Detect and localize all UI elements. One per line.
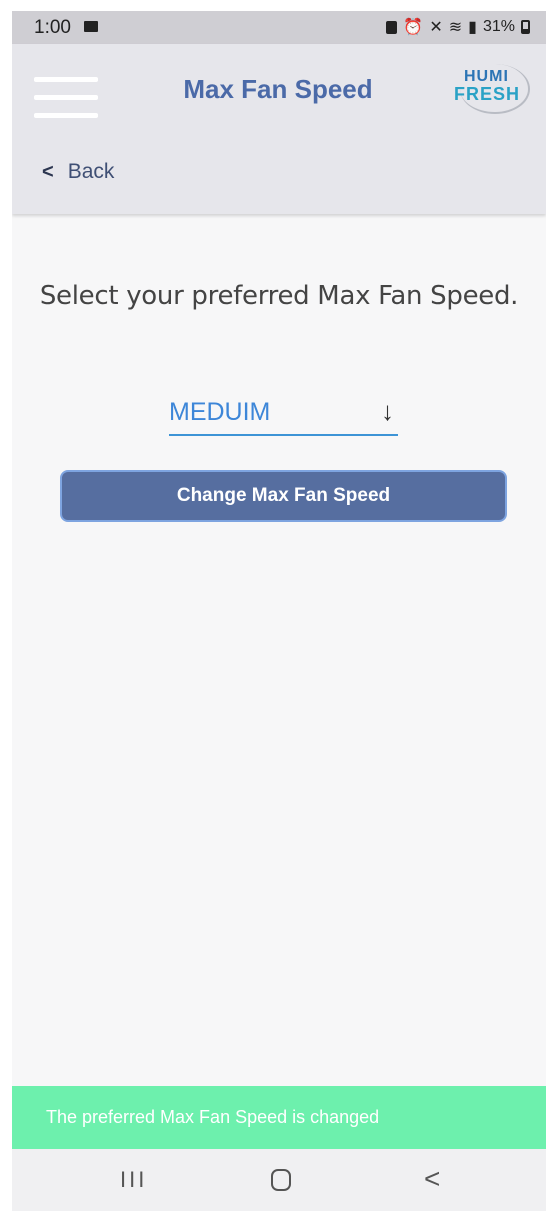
status-time: 1:00 xyxy=(34,17,71,38)
home-icon[interactable] xyxy=(271,1169,291,1191)
menu-bar-bottom xyxy=(34,113,98,118)
mute-icon: ✕ xyxy=(429,19,443,36)
menu-bar-top xyxy=(34,77,98,82)
logo-text-bottom: FRESH xyxy=(454,84,521,104)
signal-icon: ▮ xyxy=(468,19,477,36)
change-max-fan-speed-button[interactable]: Change Max Fan Speed xyxy=(60,470,507,522)
system-nav-bar: III < xyxy=(12,1149,546,1211)
battery-icon xyxy=(521,20,530,34)
status-icons: ⏰ ✕ ≋ ▮ 31% xyxy=(386,17,530,37)
app-screen: 1:00 ⏰ ✕ ≋ ▮ 31% Max Fan Speed HUMI FRES… xyxy=(12,11,546,1211)
wifi-icon: ≋ xyxy=(448,19,463,36)
selected-speed-value: MEDUIM xyxy=(169,398,271,426)
hamburger-menu-icon[interactable] xyxy=(34,77,98,119)
image-icon xyxy=(84,21,98,32)
humifresh-logo: HUMI FRESH xyxy=(452,64,534,116)
prompt-text: Select your preferred Max Fan Speed. xyxy=(39,281,519,311)
arrow-down-icon: ↓ xyxy=(381,396,394,426)
toast-message: The preferred Max Fan Speed is changed xyxy=(12,1086,546,1149)
alarm-icon: ⏰ xyxy=(403,19,424,36)
app-header: Max Fan Speed HUMI FRESH < Back xyxy=(12,44,546,214)
nav-back-icon[interactable]: < xyxy=(424,1163,440,1195)
max-fan-speed-select[interactable]: MEDUIM ↓ xyxy=(169,396,398,436)
status-bar: 1:00 ⏰ ✕ ≋ ▮ 31% xyxy=(12,11,546,44)
page-title: Max Fan Speed xyxy=(183,74,373,104)
chevron-left-icon: < xyxy=(42,160,54,183)
battery-level: 31% xyxy=(482,18,515,35)
back-label: Back xyxy=(67,160,115,183)
menu-bar-middle xyxy=(34,95,98,100)
lock-icon xyxy=(386,20,398,34)
back-button[interactable]: < Back xyxy=(42,160,114,184)
recents-icon[interactable]: III xyxy=(120,1167,147,1193)
